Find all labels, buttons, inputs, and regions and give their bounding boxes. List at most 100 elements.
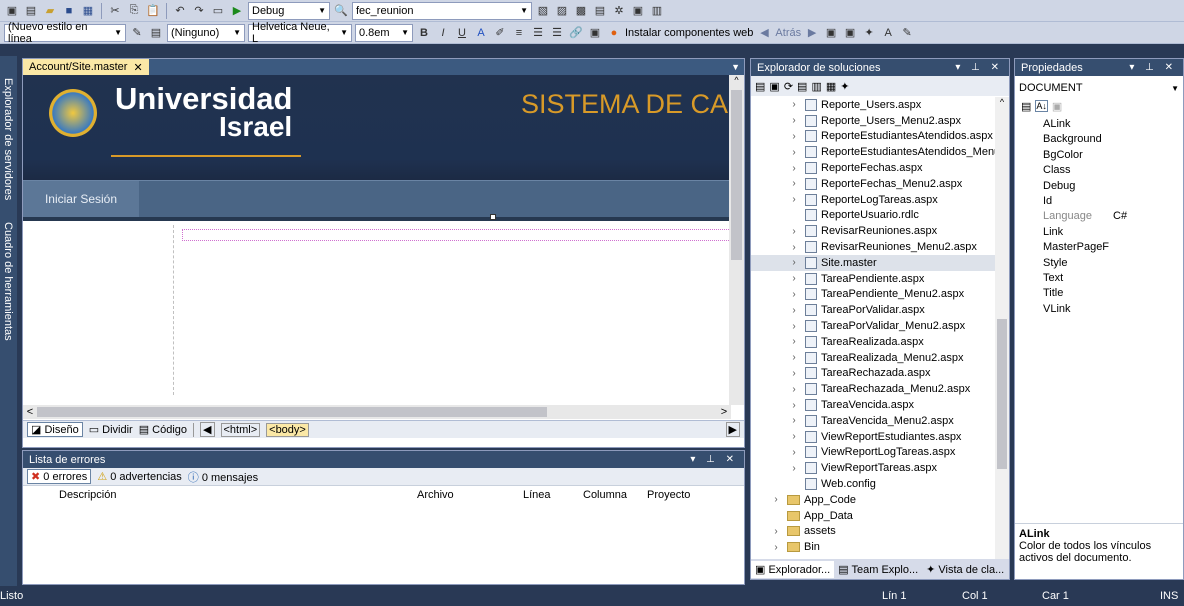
toolbox-tab[interactable]: Cuadro de herramientas [2,222,14,341]
align-icon[interactable]: ≡ [511,25,527,41]
tree-scrollbar[interactable]: ^ [995,97,1009,559]
tree-item[interactable]: › ReporteEstudiantesAtendidos_Menu [751,144,1009,160]
expand-arrow-icon[interactable]: › [787,178,801,189]
expand-arrow-icon[interactable]: › [769,542,783,553]
size-combo[interactable]: 0.8em ▼ [355,23,413,42]
font-color-icon[interactable]: A [473,25,489,41]
col-line[interactable]: Línea [523,489,551,501]
tree-item[interactable]: › TareaVencida_Menu2.aspx [751,413,1009,429]
col-description[interactable]: Descripción [59,489,116,501]
tab-class-view[interactable]: ✦ Vista de cla... [922,561,1008,578]
object-browser-icon[interactable]: ▩ [573,3,589,19]
expand-arrow-icon[interactable]: › [787,368,801,379]
misc-icon[interactable]: ✎ [899,25,915,41]
open-folder-icon[interactable]: ▰ [42,3,58,19]
install-web-components[interactable]: Instalar componentes web [625,27,753,39]
expand-arrow-icon[interactable]: › [787,115,801,126]
expand-arrow-icon[interactable]: › [787,147,801,158]
view-code-icon[interactable]: ▤ [797,80,807,93]
scroll-left-icon[interactable]: < [23,406,37,418]
expand-arrow-icon[interactable]: › [787,226,801,237]
find-icon[interactable]: 🔍 [333,3,349,19]
tag-prev-icon[interactable]: ◀ [200,422,215,437]
expand-arrow-icon[interactable]: › [787,463,801,474]
config-icon[interactable]: ✦ [840,80,849,93]
expand-arrow-icon[interactable]: › [787,257,801,268]
col-file[interactable]: Archivo [417,489,454,501]
property-row[interactable]: Style [1015,257,1183,272]
expand-arrow-icon[interactable]: › [787,242,801,253]
extension-icon[interactable]: ✲ [611,3,627,19]
scroll-thumb[interactable] [731,90,742,260]
redo-icon[interactable]: ↷ [191,3,207,19]
tag-next-icon[interactable]: ▶ [725,422,740,437]
tree-item[interactable]: › TareaPorValidar_Menu2.aspx [751,318,1009,334]
tree-item[interactable]: › Bin [751,539,1009,555]
errors-filter-button[interactable]: ✖ 0 errores [27,469,92,484]
tree-item[interactable]: › ReporteFechas_Menu2.aspx [751,176,1009,192]
expand-arrow-icon[interactable]: › [787,131,801,142]
design-view-button[interactable]: ◪ Diseño [27,422,83,437]
tree-item[interactable]: › ViewReportTareas.aspx [751,460,1009,476]
tab-team-explorer[interactable]: ▤ Team Explo... [834,561,922,578]
tree-item[interactable]: › TareaPendiente.aspx [751,271,1009,287]
tree-item[interactable]: › TareaRechazada_Menu2.aspx [751,381,1009,397]
tree-item[interactable]: › Site.master [751,254,1009,271]
tab-solution-explorer[interactable]: ▣ Explorador... [751,560,835,578]
scroll-right-icon[interactable]: > [717,406,731,418]
tag-html[interactable]: <html> [220,422,261,437]
tree-item[interactable]: › Reporte_Users.aspx [751,97,1009,113]
expand-arrow-icon[interactable]: › [787,447,801,458]
code-view-button[interactable]: ▤ Código [139,423,187,436]
expand-arrow-icon[interactable]: › [787,400,801,411]
start-debug-icon[interactable]: ▶ [229,3,245,19]
text-size-icon[interactable]: A [880,25,896,41]
back-icon[interactable]: ◀ [756,25,772,41]
add-item-icon[interactable]: ▤ [23,3,39,19]
copy-website-icon[interactable]: ▦ [826,80,836,93]
style-icon[interactable]: ✎ [129,25,145,41]
tree-item[interactable]: › ReporteLogTareas.aspx [751,192,1009,208]
expand-arrow-icon[interactable]: › [787,163,801,174]
refresh-icon[interactable]: ▣ [842,25,858,41]
expand-arrow-icon[interactable]: › [787,305,801,316]
expand-arrow-icon[interactable]: › [787,336,801,347]
tab-site-master[interactable]: Account/Site.master ✕ [23,59,149,75]
tree-item[interactable]: › TareaPendiente_Menu2.aspx [751,287,1009,303]
tree-item[interactable]: › ViewReportLogTareas.aspx [751,445,1009,461]
property-row[interactable]: MasterPageF [1015,241,1183,256]
expand-arrow-icon[interactable]: › [769,494,783,505]
navigate-icon[interactable]: ▭ [210,3,226,19]
object-selector[interactable]: DOCUMENT ▼ [1019,80,1179,96]
expand-arrow-icon[interactable]: › [787,384,801,395]
expand-arrow-icon[interactable]: › [787,415,801,426]
save-icon[interactable]: ■ [61,3,77,19]
vertical-scrollbar[interactable]: ^ [729,75,744,405]
property-row[interactable]: Text [1015,272,1183,287]
property-row[interactable]: Id [1015,195,1183,210]
tree-item[interactable]: App_Data [751,508,1009,524]
tree-item[interactable]: › RevisarReuniones_Menu2.aspx [751,239,1009,255]
show-all-icon[interactable]: ▣ [769,80,779,93]
tree-item[interactable]: › Reporte_Users_Menu2.aspx [751,113,1009,129]
link-icon[interactable]: 🔗 [568,25,584,41]
back-label[interactable]: Atrás [775,27,801,39]
messages-filter-button[interactable]: ⓘ 0 mensajes [188,469,258,485]
tree-item[interactable]: › ReporteEstudiantesAtendidos.aspx [751,129,1009,145]
tree-item[interactable]: Web.config [751,476,1009,492]
property-row[interactable]: BgColor [1015,149,1183,164]
property-pages-icon[interactable]: ▣ [1052,100,1062,113]
expand-arrow-icon[interactable]: › [787,194,801,205]
tree-item[interactable]: › RevisarReuniones.aspx [751,223,1009,239]
config-combo[interactable]: Debug ▼ [248,1,330,20]
undo-icon[interactable]: ↶ [172,3,188,19]
paste-icon[interactable]: 📋 [145,3,161,19]
image-icon[interactable]: ▣ [587,25,603,41]
bullet-list-icon[interactable]: ☰ [549,25,565,41]
target-combo[interactable]: (Ninguno) ▼ [167,23,245,42]
tree-item[interactable]: › TareaVencida.aspx [751,397,1009,413]
alphabetical-icon[interactable]: A↓ [1035,100,1048,112]
tree-item[interactable]: › App_Code [751,492,1009,508]
cut-icon[interactable]: ✂ [107,3,123,19]
tools-icon[interactable]: ✦ [861,25,877,41]
